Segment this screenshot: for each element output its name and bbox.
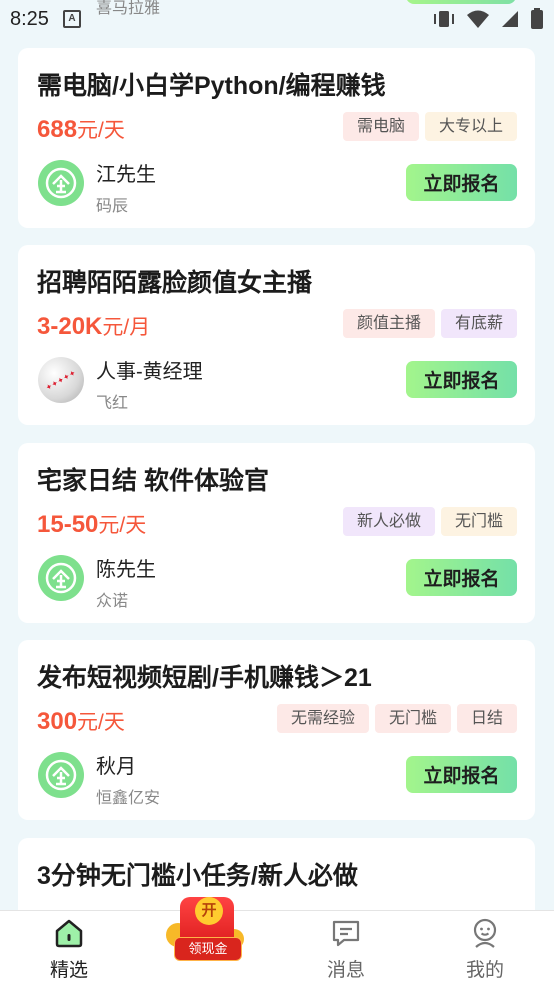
salary-unit: 元/天 [77,711,125,734]
salary: 15-50元/天 [37,509,146,539]
job-title: 招聘陌陌露脸颜值女主播 [37,269,313,297]
salary: 688元/天 [37,114,125,144]
apply-button[interactable]: 立即报名 [406,756,517,793]
nav-mine[interactable]: 我的 [440,911,530,985]
status-icons [432,8,544,30]
wifi-icon [467,10,489,28]
battery-icon [531,8,543,29]
job-title: 宅家日结 软件体验官 [37,467,269,495]
contact-name: 人事-黄经理 [96,361,203,383]
salary: 300元/天 [37,706,125,736]
job-tags: 新人必做 无门槛 [342,507,517,536]
job-card[interactable]: 宅家日结 软件体验官 15-50元/天 新人必做 无门槛 陈先生 众诺 立即报名 [18,443,535,623]
profile-icon [473,918,497,948]
enterprise-icon [38,752,84,798]
salary-amount: 15-50 [37,511,99,538]
job-tag: 无需经验 [276,704,369,733]
job-tags: 需电脑 大专以上 [342,112,517,141]
salary-amount: 3-20K [37,313,103,340]
job-tag: 大专以上 [424,112,517,141]
job-tags: 无需经验 无门槛 日结 [276,704,517,733]
job-tag: 无门槛 [374,704,451,733]
job-card[interactable]: 发布短视频短剧/手机赚钱＞21 300元/天 无需经验 无门槛 日结 秋月 恒鑫… [18,640,535,820]
message-icon [332,920,360,947]
enterprise-icon [38,555,84,601]
contact-name: 秋月 [96,756,136,778]
avatar: ✦✦✦✦✦ [38,357,84,403]
get-cash-label: 领现金 [174,937,242,961]
nav-home-label: 精选 [49,960,88,981]
salary-amount: 688 [37,116,78,143]
company-name: 码辰 [96,198,129,215]
job-tag: 日结 [456,704,517,733]
status-bar: 8:25 A [0,0,554,38]
company-name: 众诺 [96,593,129,610]
nav-home[interactable]: 精选 [24,911,114,985]
bottom-nav: 精选 开 领现金 消息 我的 [0,897,554,985]
salary-amount: 300 [37,708,78,735]
contact-name: 陈先生 [96,559,156,581]
salary-unit: 元/天 [77,119,125,142]
job-title: 3分钟无门槛小任务/新人必做 [37,862,358,890]
get-cash-button[interactable]: 开 领现金 [164,897,248,975]
signal-icon [502,11,518,27]
job-tag: 需电脑 [342,112,419,141]
job-tag: 有底薪 [440,309,517,338]
company-name: 飞红 [96,395,129,412]
apply-button[interactable]: 立即报名 [406,361,517,398]
job-title: 需电脑/小白学Python/编程赚钱 [37,72,386,100]
avatar-stamp-icon: ✦✦✦✦✦ [44,367,78,393]
status-time: 8:25 [10,7,49,30]
home-icon [55,919,83,948]
apply-button[interactable]: 立即报名 [406,559,517,596]
peek-company: 喜马拉雅 [96,0,161,17]
vibrate-icon [434,11,454,27]
nav-messages-label: 消息 [326,960,365,981]
open-coin: 开 [195,897,223,925]
job-title: 发布短视频短剧/手机赚钱＞21 [37,664,372,692]
job-tag: 无门槛 [440,507,517,536]
peek-apply-button[interactable] [406,0,516,4]
notification-a-icon: A [62,10,81,28]
contact-name: 江先生 [96,164,156,186]
salary-unit: 元/月 [102,316,151,339]
job-tag: 颜值主播 [342,309,435,338]
job-card[interactable]: 需电脑/小白学Python/编程赚钱 688元/天 需电脑 大专以上 江先生 码… [18,48,535,228]
apply-button[interactable]: 立即报名 [406,164,517,201]
enterprise-icon [38,160,84,206]
company-name: 恒鑫亿安 [96,790,161,807]
job-tag: 新人必做 [342,507,435,536]
job-tags: 颜值主播 有底薪 [342,309,517,338]
nav-messages[interactable]: 消息 [301,911,391,985]
job-card[interactable]: 招聘陌陌露脸颜值女主播 3-20K元/月 颜值主播 有底薪 ✦✦✦✦✦ 人事-黄… [18,245,535,425]
salary: 3-20K元/月 [37,311,150,341]
salary-unit: 元/天 [98,514,147,537]
nav-mine-label: 我的 [465,960,504,981]
